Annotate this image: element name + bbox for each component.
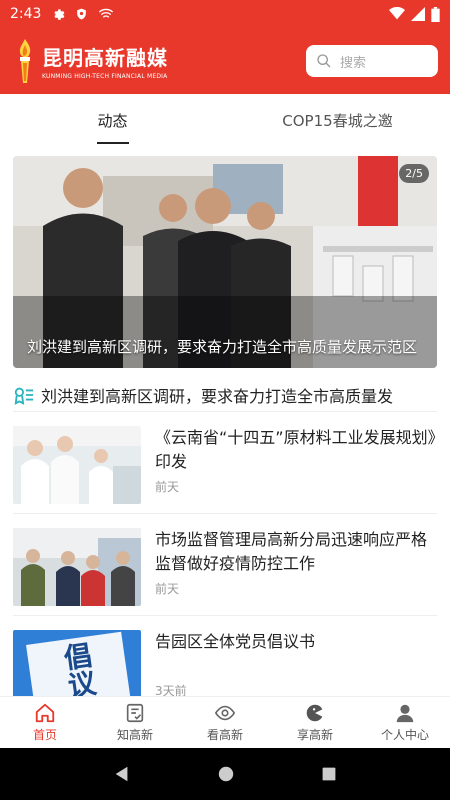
logo-subtitle: KUNMING HIGH-TECH FINANCIAL MEDIA <box>42 73 168 80</box>
document-icon <box>126 703 144 723</box>
thumb-text: 倡议 <box>58 639 99 696</box>
nav-label: 享高新 <box>296 728 333 742</box>
news-thumbnail <box>13 426 141 504</box>
headline-ticker[interactable]: 刘洪建到高新区调研，要求奋力打造全市高质量发 <box>13 378 437 412</box>
nav-zhigaoxin[interactable]: 知高新 <box>90 697 180 748</box>
recents-icon[interactable] <box>321 766 337 782</box>
news-time: 前天 <box>155 582 180 596</box>
system-navigation-bar <box>0 748 450 800</box>
news-item[interactable]: 倡议 告园区全体党员倡议书 3天前 <box>13 618 437 696</box>
news-item[interactable]: 市场监督管理局高新分局迅速响应严格监督做好疫情防控工作 前天 <box>13 516 437 616</box>
category-tabs: 动态 COP15春城之邀 <box>0 94 450 146</box>
app-header: 昆明高新融媒 KUNMING HIGH-TECH FINANCIAL MEDIA… <box>0 28 450 94</box>
status-bar: 2:43 <box>0 0 450 28</box>
news-list-icon <box>14 387 34 405</box>
home-icon <box>35 703 55 723</box>
nav-label: 首页 <box>32 728 57 742</box>
news-time: 前天 <box>155 480 180 494</box>
status-time: 2:43 <box>10 6 42 22</box>
nav-profile[interactable]: 个人中心 <box>360 697 450 748</box>
wifi-off-icon <box>99 8 114 18</box>
signal-icon <box>411 7 425 21</box>
carousel-page-indicator: 2/5 <box>399 164 429 183</box>
news-feed[interactable]: 2/5 刘洪建到高新区调研，要求奋力打造全市高质量发展示范区 刘洪建到高新区调研… <box>0 146 450 696</box>
nav-home[interactable]: 首页 <box>0 697 90 748</box>
torch-logo-icon <box>19 39 31 83</box>
wifi-icon <box>389 7 405 20</box>
news-thumbnail: 倡议 <box>13 630 141 696</box>
news-title: 《云南省“十四五”原材料工业发展规划》印发 <box>155 428 436 471</box>
battery-icon <box>431 6 440 22</box>
person-icon <box>396 704 414 723</box>
news-title: 市场监督管理局高新分局迅速响应严格监督做好疫情防控工作 <box>155 530 428 573</box>
nav-label: 看高新 <box>206 728 243 742</box>
banner-carousel[interactable]: 2/5 刘洪建到高新区调研，要求奋力打造全市高质量发展示范区 <box>13 156 437 368</box>
news-time: 3天前 <box>155 684 187 696</box>
banner-caption: 刘洪建到高新区调研，要求奋力打造全市高质量发展示范区 <box>27 338 418 356</box>
search-placeholder: 搜索 <box>340 55 367 71</box>
headline-text: 刘洪建到高新区调研，要求奋力打造全市高质量发 <box>41 386 394 406</box>
tab-dongtai[interactable]: 动态 <box>0 94 225 146</box>
news-item[interactable]: 《云南省“十四五”原材料工业发展规划》印发 前天 <box>13 414 437 514</box>
search-icon <box>317 54 331 68</box>
eye-icon <box>214 705 236 721</box>
logo-name: 昆明高新融媒 <box>42 46 168 70</box>
shield-icon <box>77 8 87 20</box>
news-title: 告园区全体党员倡议书 <box>155 632 316 651</box>
pacman-icon <box>306 704 323 722</box>
settings-gear-icon <box>54 9 65 20</box>
app-logo: 昆明高新融媒 KUNMING HIGH-TECH FINANCIAL MEDIA <box>12 37 168 85</box>
home-circle-icon[interactable] <box>217 765 235 783</box>
tab-cop15[interactable]: COP15春城之邀 <box>225 94 450 146</box>
nav-label: 个人中心 <box>380 728 429 742</box>
nav-xianggaoxin[interactable]: 享高新 <box>270 697 360 748</box>
search-input[interactable]: 搜索 <box>306 45 438 77</box>
bottom-navigation: 首页 知高新 看高新 享高新 个人中心 <box>0 696 450 748</box>
nav-kangaoxin[interactable]: 看高新 <box>180 697 270 748</box>
back-icon[interactable] <box>113 765 131 783</box>
news-thumbnail <box>13 528 141 606</box>
nav-label: 知高新 <box>116 728 153 742</box>
